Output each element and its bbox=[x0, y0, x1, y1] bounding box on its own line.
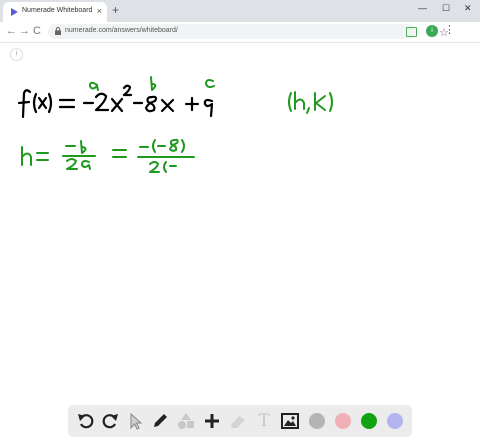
function-line bbox=[17, 84, 214, 119]
undo-icon[interactable] bbox=[76, 411, 96, 431]
forward-button[interactable]: → bbox=[19, 25, 30, 37]
text-icon[interactable]: T bbox=[254, 411, 274, 431]
url-text: numerade.com/answers/whiteboard/ bbox=[65, 27, 178, 34]
window-minimize-button[interactable]: — bbox=[418, 3, 427, 13]
reload-button[interactable]: C bbox=[33, 25, 41, 37]
back-button[interactable]: ← bbox=[6, 25, 17, 37]
browser-tab[interactable]: Numerade Whiteboard × bbox=[3, 2, 107, 22]
redo-icon[interactable] bbox=[100, 411, 120, 431]
color-lavender-swatch[interactable] bbox=[387, 413, 403, 429]
coefficient-labels bbox=[89, 76, 215, 91]
browser-toolbar: ← → C numerade.com/answers/whiteboard/ ☆… bbox=[0, 22, 480, 43]
color-pink-swatch[interactable] bbox=[335, 413, 351, 429]
browser-menu-icon[interactable]: ⋮ bbox=[444, 24, 455, 36]
color-green-swatch[interactable] bbox=[361, 413, 377, 429]
tab-bar: Numerade Whiteboard × + — ☐ ✕ bbox=[0, 0, 480, 22]
window-close-button[interactable]: ✕ bbox=[464, 3, 472, 13]
new-tab-button[interactable]: + bbox=[112, 4, 119, 16]
color-gray-swatch[interactable] bbox=[309, 413, 325, 429]
select-icon[interactable] bbox=[125, 411, 145, 431]
vertex-formula bbox=[21, 138, 195, 173]
window-maximize-button[interactable]: ☐ bbox=[442, 3, 450, 13]
shapes-icon[interactable] bbox=[176, 411, 196, 431]
vertex-notation bbox=[288, 91, 333, 114]
lock-icon bbox=[55, 27, 61, 35]
address-bar[interactable]: numerade.com/answers/whiteboard/ ☆ bbox=[48, 24, 449, 39]
profile-avatar[interactable]: i bbox=[426, 25, 438, 37]
handwriting-layer bbox=[17, 76, 333, 173]
extension-icon[interactable] bbox=[406, 27, 417, 37]
numerade-play-icon bbox=[11, 8, 18, 16]
tab-title: Numerade Whiteboard bbox=[22, 7, 93, 14]
tool-palette: T bbox=[68, 405, 412, 437]
image-icon[interactable] bbox=[280, 411, 300, 431]
plus-icon[interactable] bbox=[202, 411, 222, 431]
eraser-icon[interactable] bbox=[228, 411, 248, 431]
tab-close-button[interactable]: × bbox=[97, 6, 102, 16]
pen-icon[interactable] bbox=[150, 411, 170, 431]
